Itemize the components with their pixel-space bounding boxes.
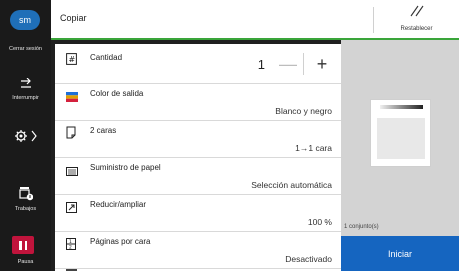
quantity-row: # Cantidad 1 — + [55,44,341,84]
content-area [377,118,425,159]
settings-list: # Cantidad 1 — + Color de salida Blanco … [55,44,341,271]
reset-label: Restablecer [400,26,433,32]
duplex-value: 1→1 cara [295,143,332,153]
quantity-value[interactable]: 1 [258,57,265,72]
page-preview [370,99,431,167]
svg-text:1: 1 [69,239,72,245]
reset-button[interactable]: Restablecer [374,4,459,36]
interrupt-label[interactable]: Interrumpir [0,95,51,101]
quantity-decrease-button[interactable]: — [274,49,302,79]
resize-icon [66,200,77,213]
user-avatar[interactable]: sm [10,10,40,30]
pause-button[interactable] [12,236,34,254]
paper-supply-label: Suministro de papel [90,163,161,172]
color-output-value: Blanco y negro [275,106,332,116]
settings-gear-icon[interactable] [0,129,51,145]
paper-supply-row[interactable]: Suministro de papel Selección automática [55,158,341,195]
pause-label[interactable]: Pausa [0,259,51,265]
copies-icon: # [66,52,77,65]
quantity-label: Cantidad [90,53,123,62]
sets-count: 1 conjunto(s) [344,224,379,230]
pages-per-sheet-label: Páginas por cara [90,237,151,246]
quantity-increase-button[interactable]: + [308,49,336,79]
interrupt-icon[interactable] [0,77,51,92]
logout-label[interactable]: Cerrar sesión [0,46,51,52]
duplex-label: 2 caras [90,126,117,135]
pages-per-sheet-row[interactable]: 12 Páginas por cara Desactivado [55,232,341,269]
left-rail: sm Cerrar sesión Interrumpir Trabajos Pa… [0,0,51,271]
jobs-icon[interactable] [0,186,51,203]
grayscale-bar [380,105,423,109]
stepper-divider [303,53,304,75]
paper-tray-icon [66,163,78,176]
svg-text:2: 2 [69,245,72,251]
duplex-row[interactable]: 2 caras 1→1 cara [55,121,341,158]
color-output-label: Color de salida [90,89,144,98]
page-title: Copiar [60,13,87,23]
reset-icon [374,5,459,20]
color-output-icon [66,89,78,102]
pages-per-sheet-icon: 12 [66,237,77,251]
svg-text:#: # [69,55,76,64]
start-button[interactable]: Iniciar [341,236,459,271]
paper-supply-value: Selección automática [251,180,332,190]
zoom-row[interactable]: Reducir/ampliar 100 % [55,195,341,232]
zoom-label: Reducir/ampliar [90,200,147,209]
preview-pane: 1 conjunto(s) [341,40,459,236]
pages-per-sheet-value: Desactivado [285,254,332,264]
pause-icon [19,240,22,250]
zoom-value: 100 % [307,217,332,227]
header-bar: Copiar Restablecer [51,0,459,40]
duplex-icon [66,126,77,139]
color-output-row[interactable]: Color de salida Blanco y negro [55,84,341,121]
jobs-label[interactable]: Trabajos [0,206,51,212]
